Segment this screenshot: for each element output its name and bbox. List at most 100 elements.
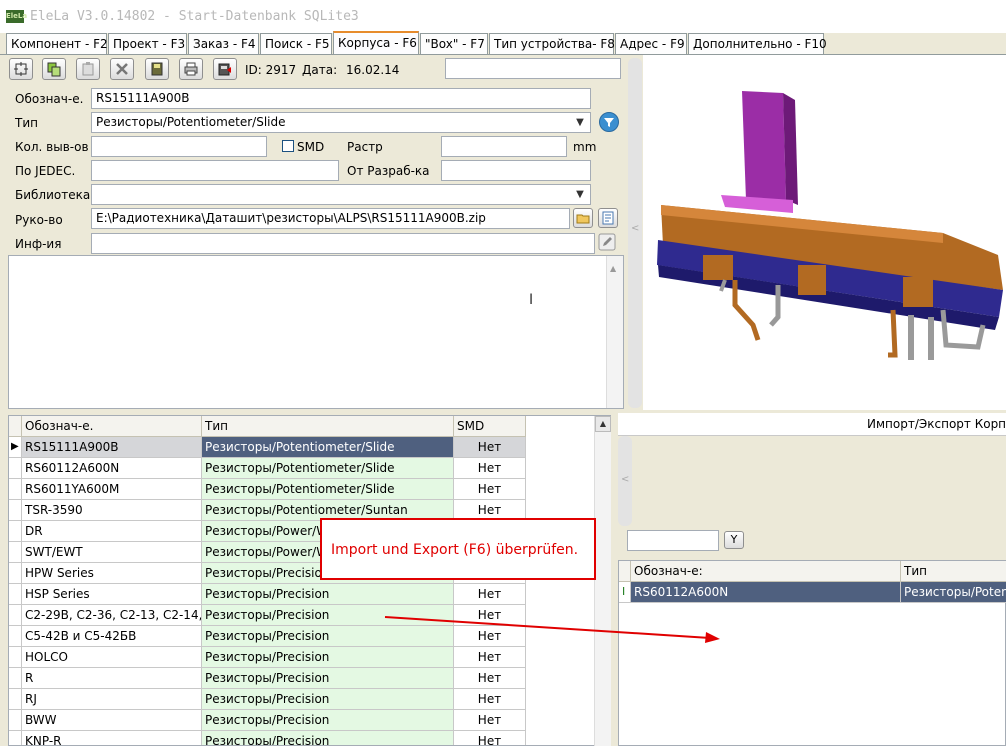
grid-scrollbar[interactable]: ▲ xyxy=(594,416,611,746)
import-column-header-designation[interactable]: Обознач-е: xyxy=(631,561,901,582)
column-header-smd[interactable]: SMD xyxy=(454,416,526,437)
row-smd[interactable]: Нет xyxy=(454,479,526,500)
library-select[interactable]: ▼ xyxy=(91,184,591,205)
import-grid-row[interactable]: I RS60112A600N Резисторы/Potent xyxy=(619,582,1006,603)
row-designation[interactable]: TSR-3590 xyxy=(22,500,202,521)
table-row[interactable]: HSP Series Резисторы/Precision Нет xyxy=(9,584,526,605)
designation-label: Обознач-е. xyxy=(15,92,84,106)
import-collapse-handle[interactable]: < xyxy=(618,436,632,526)
row-designation[interactable]: RJ xyxy=(22,689,202,710)
designation-input[interactable]: RS15111A900B xyxy=(91,88,591,109)
table-row[interactable]: R Резисторы/Precision Нет xyxy=(9,668,526,689)
table-row[interactable]: RS60112A600N Резисторы/Potentiometer/Slid… xyxy=(9,458,526,479)
row-smd[interactable]: Нет xyxy=(454,458,526,479)
row-smd[interactable]: Нет xyxy=(454,710,526,731)
table-row[interactable]: HOLCO Резисторы/Precision Нет xyxy=(9,647,526,668)
tab-search[interactable]: Поиск - F5 xyxy=(260,33,332,54)
save-button[interactable] xyxy=(145,58,169,80)
paste-button[interactable] xyxy=(76,58,100,80)
row-designation[interactable]: DR xyxy=(22,521,202,542)
tab-device-type[interactable]: Тип устройства- F8 xyxy=(489,33,615,54)
open-folder-button[interactable] xyxy=(573,208,593,228)
row-designation[interactable]: RS15111A900B xyxy=(22,437,202,458)
column-header-designation[interactable]: Обознач-е. xyxy=(22,416,202,437)
row-type[interactable]: Резисторы/Potentiometer/Slide xyxy=(202,437,454,458)
delete-button[interactable] xyxy=(110,58,134,80)
edit-info-button[interactable] xyxy=(598,233,618,251)
import-filter-input[interactable] xyxy=(627,530,719,551)
tab-additional[interactable]: Дополнительно - F10 xyxy=(688,33,827,54)
filter-button[interactable] xyxy=(599,112,619,132)
table-row[interactable]: RJ Резисторы/Precision Нет xyxy=(9,689,526,710)
developer-input[interactable] xyxy=(441,160,591,181)
quick-search-input[interactable] xyxy=(445,58,621,79)
row-type[interactable]: Резисторы/Precision xyxy=(202,584,454,605)
row-type[interactable]: Резисторы/Potentiometer/Slide xyxy=(202,458,454,479)
row-designation[interactable]: HSP Series xyxy=(22,584,202,605)
type-select[interactable]: Резисторы/Potentiometer/Slide ▼ xyxy=(91,112,591,133)
print-button[interactable] xyxy=(179,58,203,80)
print-icon xyxy=(184,62,198,76)
export-button[interactable] xyxy=(213,58,237,80)
column-header-type[interactable]: Тип xyxy=(202,416,454,437)
row-indicator-icon xyxy=(9,689,22,710)
row-type[interactable]: Резисторы/Precision xyxy=(202,668,454,689)
jedec-input[interactable] xyxy=(91,160,339,181)
table-row[interactable]: BWW Резисторы/Precision Нет xyxy=(9,710,526,731)
new-button[interactable] xyxy=(9,58,33,80)
tab-component[interactable]: Компонент - F2 xyxy=(6,33,108,54)
import-filter-button[interactable]: Y xyxy=(724,531,744,549)
table-row[interactable]: KNP-R Резисторы/Precision Нет xyxy=(9,731,526,745)
info-input[interactable] xyxy=(91,233,595,254)
row-indicator-icon xyxy=(9,668,22,689)
import-column-header-type[interactable]: Тип xyxy=(901,561,1006,582)
row-smd[interactable]: Нет xyxy=(454,437,526,458)
row-smd[interactable]: Нет xyxy=(454,689,526,710)
import-grid[interactable]: Обознач-е: Тип I RS60112A600N Резисторы/… xyxy=(618,560,1006,746)
tab-order[interactable]: Заказ - F4 xyxy=(188,33,259,54)
import-row-designation[interactable]: RS60112A600N xyxy=(631,582,901,603)
row-type[interactable]: Резисторы/Precision xyxy=(202,731,454,745)
scroll-up-icon[interactable]: ▲ xyxy=(595,416,611,432)
pitch-unit: mm xyxy=(573,140,597,154)
export-icon xyxy=(218,63,231,76)
row-designation[interactable]: RS6011YA600M xyxy=(22,479,202,500)
pins-input[interactable] xyxy=(91,136,267,157)
window-title: EleLa V3.0.14802 - Start-Datenbank SQLit… xyxy=(30,9,359,24)
row-designation[interactable]: KNP-R xyxy=(22,731,202,745)
import-row-type[interactable]: Резисторы/Potent xyxy=(901,582,1006,603)
row-smd[interactable]: Нет xyxy=(454,584,526,605)
notes-scrollbar[interactable]: ▲ xyxy=(606,256,623,408)
row-designation[interactable]: C2-29B, C2-36, C2-13, C2-14, xyxy=(22,605,202,626)
row-designation[interactable]: C5-42B и C5-42БВ xyxy=(22,626,202,647)
manual-input[interactable]: E:\Радиотехника\Даташит\резисторы\ALPS\R… xyxy=(91,208,570,229)
notes-memo[interactable]: ▲ I xyxy=(8,255,624,409)
tab-project[interactable]: Проект - F3 xyxy=(108,33,187,54)
row-smd[interactable]: Нет xyxy=(454,647,526,668)
vertical-splitter[interactable]: < xyxy=(628,58,642,408)
row-designation[interactable]: HOLCO xyxy=(22,647,202,668)
copy-button[interactable] xyxy=(42,58,66,80)
pitch-input[interactable] xyxy=(441,136,567,157)
row-type[interactable]: Резисторы/Precision xyxy=(202,710,454,731)
chevron-down-icon: ▼ xyxy=(576,117,584,128)
view-document-button[interactable] xyxy=(598,208,618,228)
table-row[interactable]: ▶ RS15111A900B Резисторы/Potentiometer/Sli… xyxy=(9,437,526,458)
row-type[interactable]: Резисторы/Precision xyxy=(202,689,454,710)
smd-checkbox[interactable] xyxy=(282,140,294,152)
row-designation[interactable]: SWT/EWT xyxy=(22,542,202,563)
tab-packages[interactable]: Корпуса - F6 xyxy=(333,31,419,55)
row-type[interactable]: Резисторы/Potentiometer/Slide xyxy=(202,479,454,500)
row-designation[interactable]: BWW xyxy=(22,710,202,731)
table-row[interactable]: RS6011YA600M Резисторы/Potentiometer/Slid… xyxy=(9,479,526,500)
row-smd[interactable]: Нет xyxy=(454,731,526,745)
row-smd[interactable]: Нет xyxy=(454,668,526,689)
row-designation[interactable]: R xyxy=(22,668,202,689)
row-designation[interactable]: HPW Series xyxy=(22,563,202,584)
tab-box[interactable]: "Box" - F7 xyxy=(420,33,488,54)
tab-address[interactable]: Адрес - F9 xyxy=(615,33,687,54)
row-type[interactable]: Резисторы/Precision xyxy=(202,647,454,668)
row-designation[interactable]: RS60112A600N xyxy=(22,458,202,479)
packages-grid[interactable]: Обознач-е. Тип SMD ▶ RS15111A900B Резистор… xyxy=(8,415,611,746)
row-indicator-icon xyxy=(9,605,22,626)
